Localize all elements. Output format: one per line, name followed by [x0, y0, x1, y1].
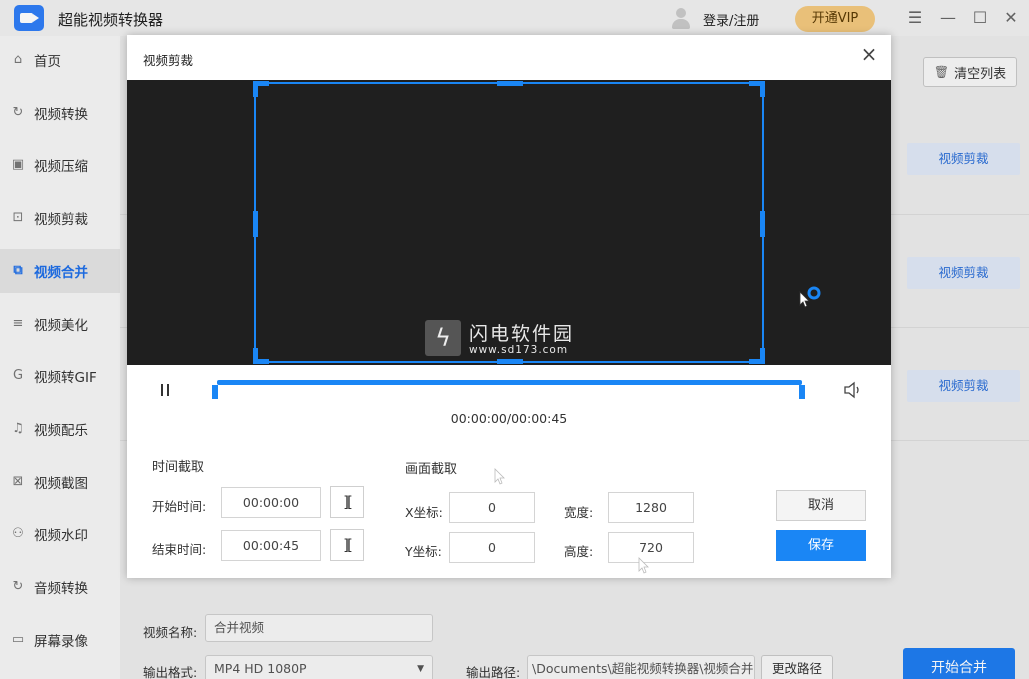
height-input[interactable]: 720 [608, 532, 694, 563]
timeline-start-handle[interactable] [212, 385, 218, 399]
pause-button[interactable] [159, 383, 173, 397]
video-preview: ϟ 闪电软件园 www.sd173.com [127, 80, 891, 365]
y-coordinate-input[interactable]: 0 [449, 532, 535, 563]
watermark: ϟ 闪电软件园 www.sd173.com [425, 320, 595, 362]
height-label: 高度: [564, 544, 594, 559]
cursor-busy-icon [799, 286, 821, 308]
crop-handle-top-left[interactable] [253, 81, 258, 97]
start-time-label: 开始时间: [152, 499, 207, 514]
mouse-pointer-icon [494, 468, 505, 485]
crop-handle-top-right[interactable] [760, 81, 765, 97]
x-coordinate-label: X坐标: [405, 505, 443, 520]
crop-handle-left[interactable] [253, 211, 258, 237]
watermark-url: www.sd173.com [469, 344, 569, 356]
save-button[interactable]: 保存 [776, 530, 866, 561]
width-label: 宽度: [564, 505, 594, 520]
set-end-time-button[interactable]: ][ [330, 529, 364, 561]
x-coordinate-input[interactable]: 0 [449, 492, 535, 523]
cancel-button[interactable]: 取消 [776, 490, 866, 521]
timeline-end-handle[interactable] [799, 385, 805, 399]
crop-handle-top[interactable] [497, 81, 523, 86]
watermark-name: 闪电软件园 [469, 323, 575, 345]
lightning-logo-icon: ϟ [425, 320, 461, 356]
width-input[interactable]: 1280 [608, 492, 694, 523]
video-crop-dialog: 视频剪裁 × ϟ 闪电软件园 www.sd173.com 00:00:00/00… [127, 35, 891, 578]
dialog-title: 视频剪裁 [143, 53, 194, 68]
set-start-time-button[interactable]: ][ [330, 486, 364, 518]
time-readout: 00:00:00/00:00:45 [450, 411, 568, 426]
start-time-input[interactable]: 00:00:00 [221, 487, 321, 518]
end-time-input[interactable]: 00:00:45 [221, 530, 321, 561]
timeline-slider[interactable] [217, 380, 802, 385]
close-icon[interactable]: × [859, 44, 879, 65]
end-time-label: 结束时间: [152, 542, 207, 557]
time-section-title: 时间截取 [152, 460, 205, 475]
frame-section-title: 画面截取 [405, 462, 458, 477]
crop-handle-right[interactable] [760, 211, 765, 237]
crop-handle-bottom-left[interactable] [253, 348, 258, 364]
crop-handle-bottom-right[interactable] [760, 348, 765, 364]
mouse-pointer-icon [638, 557, 649, 574]
volume-icon[interactable] [843, 381, 863, 399]
y-coordinate-label: Y坐标: [405, 544, 442, 559]
